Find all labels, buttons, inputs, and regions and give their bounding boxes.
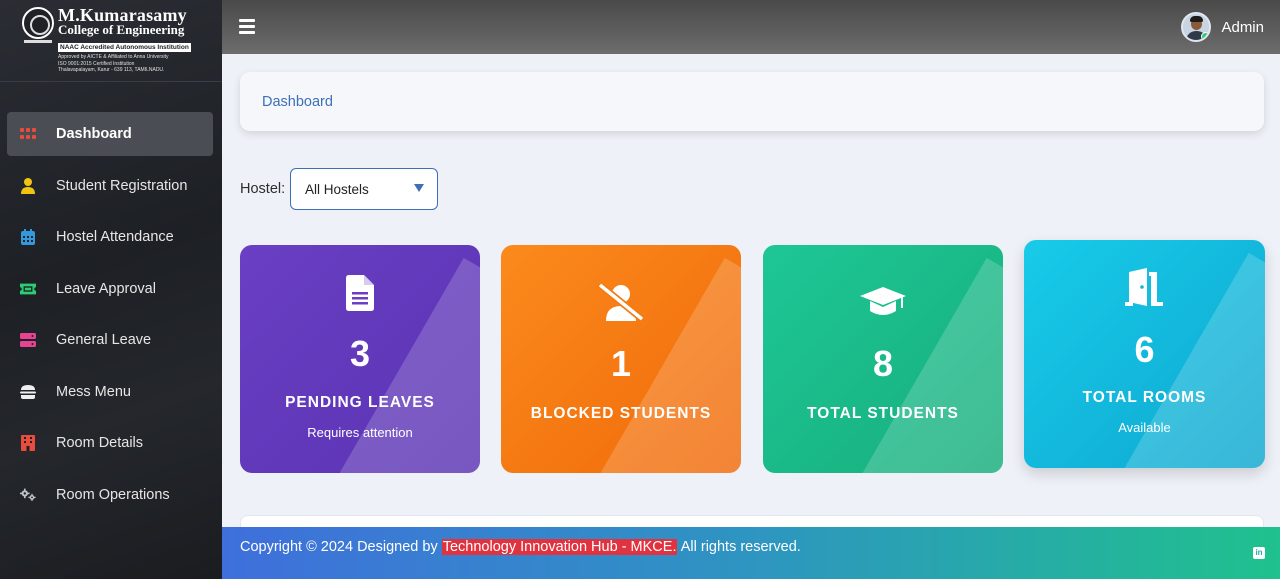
hostel-filter-label: Hostel: — [240, 181, 286, 197]
sidebar-item-label: Student Registration — [56, 177, 188, 194]
sidebar-item-label: Leave Approval — [56, 280, 156, 297]
blocked-students-value: 1 — [610, 343, 632, 384]
copyright-suffix: All rights reserved. — [680, 539, 801, 555]
user-name: Admin — [1221, 18, 1264, 36]
college-name: M.Kumarasamy — [58, 5, 187, 25]
file-icon — [240, 275, 480, 311]
college-subtitle: College of Engineering — [58, 22, 185, 37]
sidebar-item-room-details[interactable]: Room Details — [7, 421, 213, 465]
sidebar-item-room-operations[interactable]: Room Operations — [7, 473, 213, 517]
blocked-students-label: BLOCKED STUDENTS — [530, 405, 712, 422]
breadcrumb: Dashboard — [240, 72, 1264, 131]
sidebar-item-label: Dashboard — [56, 126, 132, 142]
accreditation-label: NAAC Accredited Autonomous Institution — [58, 43, 191, 52]
sidebar-item-general-leave[interactable]: General Leave — [7, 318, 213, 362]
server-icon — [20, 332, 36, 348]
sidebar-item-label: Room Details — [56, 435, 144, 451]
sidebar: M.Kumarasamy College of Engineering NAAC… — [0, 0, 222, 579]
hamburger-menu-icon[interactable] — [239, 19, 255, 34]
topbar: Admin — [222, 0, 1280, 54]
pending-leaves-label: PENDING LEAVES — [285, 394, 435, 411]
pending-leaves-value: 3 — [349, 333, 371, 374]
sidebar-menu: Dashboard Student Registration Hostel At… — [7, 112, 213, 524]
sidebar-item-label: Hostel Attendance — [56, 229, 174, 245]
sidebar-item-hostel-attendance[interactable]: Hostel Attendance — [7, 215, 213, 259]
sidebar-item-label: Mess Menu — [56, 383, 131, 400]
user-icon — [20, 177, 36, 194]
dashboard-grid-icon — [20, 126, 36, 142]
hostel-select[interactable]: All Hostels — [290, 168, 438, 210]
address-line: Thalavapalayam, Karur - 639 113, TAMILNA… — [58, 67, 165, 73]
total-rooms-label: TOTAL ROOMS — [1082, 389, 1207, 406]
total-students-card[interactable]: 8 TOTAL STUDENTS — [763, 245, 1003, 473]
blocked-students-card[interactable]: 1 BLOCKED STUDENTS — [501, 245, 741, 473]
chevron-down-icon — [414, 184, 424, 192]
linkedin-icon[interactable]: in — [1253, 547, 1265, 559]
total-rooms-card[interactable]: 6 TOTAL ROOMS Available — [1024, 240, 1265, 468]
college-logo[interactable]: M.Kumarasamy College of Engineering NAAC… — [0, 0, 222, 82]
sidebar-item-leave-approval[interactable]: Leave Approval — [7, 267, 213, 311]
building-icon — [20, 435, 36, 451]
online-status-icon — [1201, 32, 1210, 40]
pending-leaves-card[interactable]: 3 PENDING LEAVES Requires attention — [240, 245, 480, 473]
burger-icon — [20, 384, 36, 400]
pending-leaves-sub: Requires attention — [307, 425, 413, 440]
user-slash-icon — [501, 283, 741, 321]
sidebar-item-dashboard[interactable]: Dashboard — [7, 112, 213, 156]
avatar — [1181, 12, 1212, 42]
designer-link[interactable]: Technology Innovation Hub - MKCE. — [441, 539, 678, 555]
copyright-prefix: Copyright © 2024 Designed by — [240, 539, 438, 555]
sidebar-item-student-registration[interactable]: Student Registration — [7, 164, 213, 208]
ticket-icon — [20, 281, 36, 297]
total-rooms-value: 6 — [1134, 329, 1155, 370]
sidebar-item-mess-menu[interactable]: Mess Menu — [7, 370, 213, 414]
total-rooms-sub: Available — [1118, 420, 1171, 435]
sidebar-item-label: Room Operations — [56, 486, 170, 503]
sidebar-item-label: General Leave — [56, 332, 152, 348]
door-icon — [1024, 268, 1265, 306]
copyright-text: Copyright © 2024 Designed by Technology … — [240, 539, 801, 555]
total-students-value: 8 — [872, 343, 894, 384]
calendar-icon — [20, 229, 36, 245]
hostel-select-value: All Hostels — [305, 181, 369, 197]
total-students-label: TOTAL STUDENTS — [807, 405, 959, 422]
breadcrumb-dashboard-link[interactable]: Dashboard — [262, 94, 333, 110]
footer: Copyright © 2024 Designed by Technology … — [222, 527, 1280, 579]
college-seal-icon — [22, 7, 54, 39]
cogs-icon — [20, 487, 36, 503]
user-menu[interactable]: Admin — [1181, 12, 1264, 42]
graduation-cap-icon — [763, 287, 1003, 319]
